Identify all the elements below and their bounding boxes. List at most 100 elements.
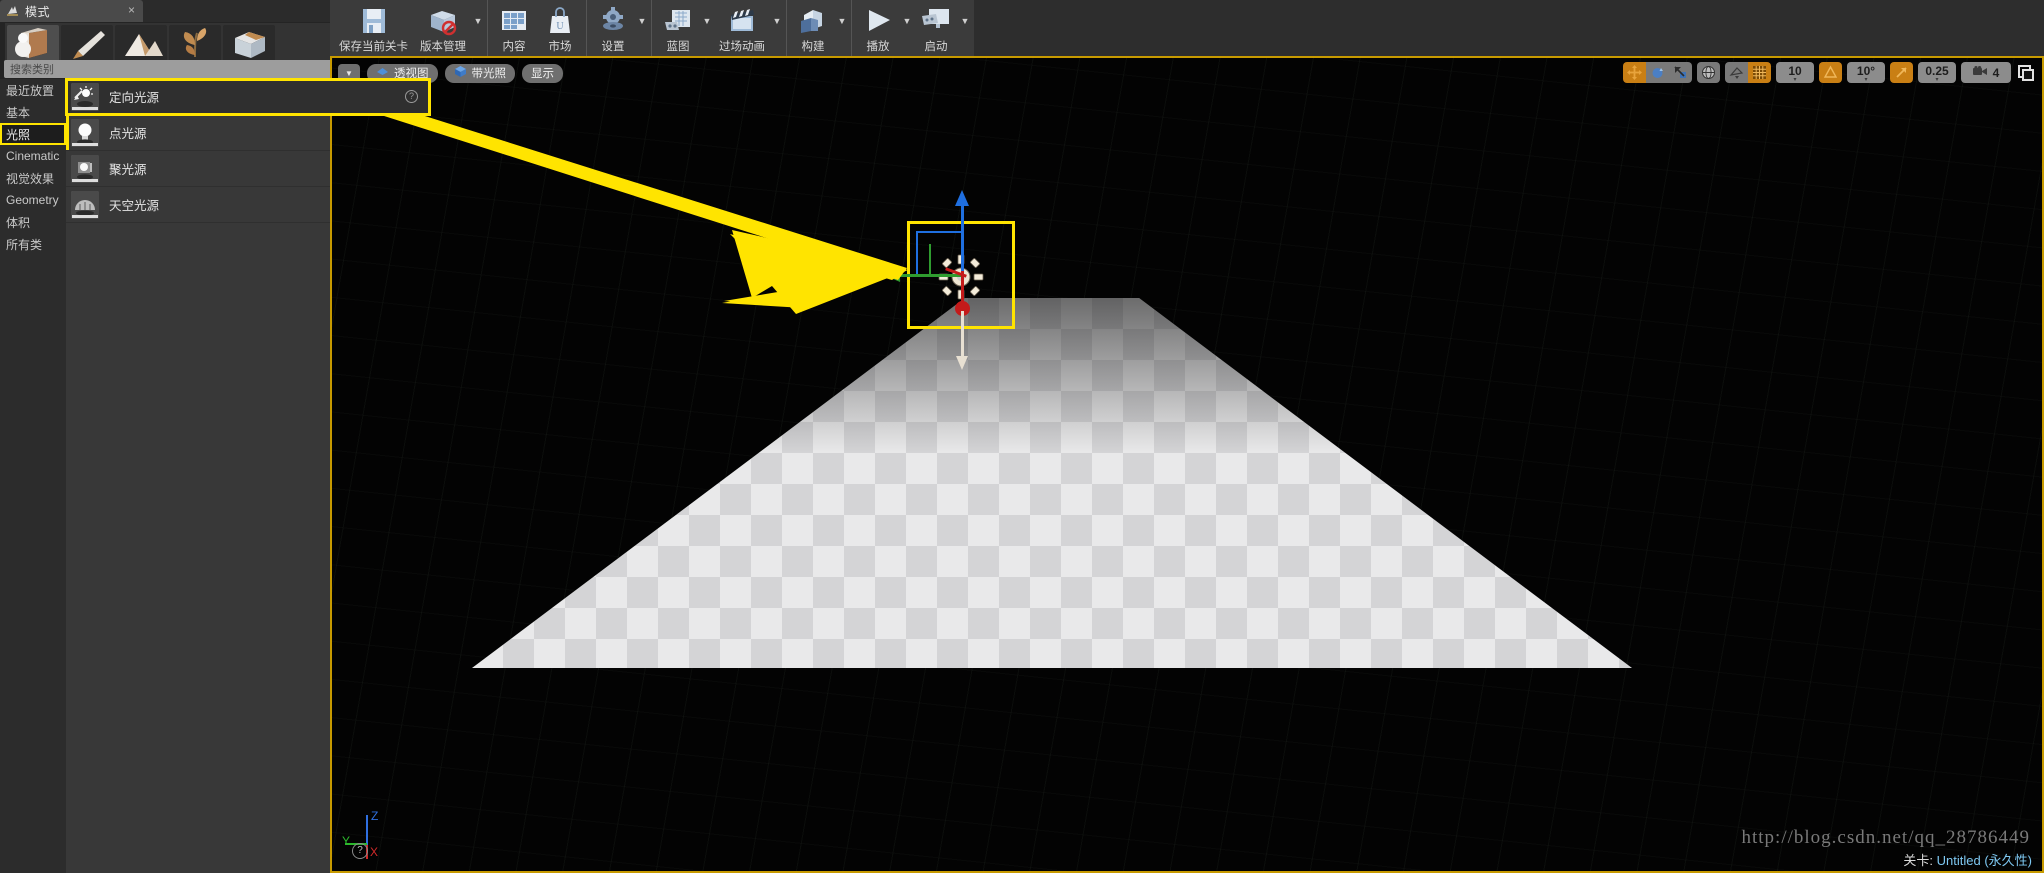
point-light-icon (71, 118, 99, 147)
camera-speed[interactable]: 4 (1961, 62, 2011, 83)
svg-text:U: U (556, 21, 564, 32)
level-status-label: 关卡: Untitled (永久性) (1903, 850, 2032, 869)
lit-cube-icon (454, 65, 467, 81)
grid-size-value[interactable]: 10 ▾ (1776, 62, 1814, 83)
launch-label: 启动 (924, 41, 948, 53)
category-label: 体积 (6, 215, 31, 230)
chevron-down-icon[interactable]: ▼ (636, 0, 648, 56)
gizmo-axis-z-head[interactable] (955, 190, 969, 206)
viewport-axis-widget: Z Y X ? (340, 807, 406, 863)
launch-icon (921, 6, 951, 36)
camera-speed-text: 4 (1992, 65, 2000, 80)
category-label: 所有类 (6, 237, 43, 252)
gizmo-drop-arrow (956, 356, 968, 370)
modes-icon (6, 4, 20, 18)
transform-mode-group (1623, 62, 1692, 83)
toolbar-group-blueprint: 蓝图 ▼ 过场动画 ▼ (652, 0, 787, 56)
sky-light-icon (71, 190, 99, 219)
rotate-mode[interactable] (1646, 62, 1669, 83)
help-icon[interactable]: ? (405, 90, 418, 103)
translate-mode[interactable] (1623, 62, 1646, 83)
gizmo-axis-y[interactable] (898, 274, 964, 277)
scale-value[interactable]: 0.25 ▾ (1918, 62, 1956, 83)
chevron-down-icon[interactable]: ▼ (959, 0, 971, 56)
chevron-down-icon[interactable]: ▼ (771, 0, 783, 56)
axis-y-label: Y (342, 834, 351, 848)
category-recently-placed[interactable]: 最近放置 (0, 79, 66, 101)
thumb-base (72, 106, 98, 110)
category-label: 最近放置 (6, 83, 55, 98)
category-list: 最近放置 基本 光照 Cinematic 视觉效果 Geometry 体积 所有… (0, 79, 66, 873)
category-label: 视觉效果 (6, 171, 55, 186)
show-flags-label: 显示 (531, 68, 554, 80)
content-browser-icon (499, 6, 529, 36)
cinematics-clapper-icon (727, 6, 757, 36)
play-button[interactable]: 播放 (855, 0, 901, 56)
watermark-text: http://blog.csdn.net/qq_28786449 (1741, 827, 2030, 848)
scale-text: 0.25 (1925, 63, 1949, 78)
source-control-button[interactable]: 版本管理 (414, 0, 472, 56)
globe-icon[interactable] (1697, 62, 1720, 83)
axis-z-label: Z (371, 809, 379, 823)
blueprint-button[interactable]: 蓝图 (655, 0, 701, 56)
view-mode-button[interactable]: 带光照 (444, 63, 515, 83)
gizmo-axis-z[interactable] (961, 199, 964, 281)
scale-mode[interactable] (1669, 62, 1692, 83)
thumb-base (72, 214, 98, 218)
category-volumes[interactable]: 体积 (0, 211, 66, 233)
build-icon (798, 6, 828, 36)
angle-value[interactable]: 10° ▾ (1847, 62, 1885, 83)
chevron-down-icon[interactable]: ▼ (901, 0, 913, 56)
tab-modes[interactable]: 模式 × (0, 0, 143, 22)
view-mode-label: 带光照 (471, 68, 507, 80)
maximize-viewport-button[interactable] (2016, 63, 2036, 83)
list-item-directional-light[interactable]: 定向光源 ? (65, 78, 431, 116)
chevron-down-icon[interactable]: ▼ (836, 0, 848, 56)
category-all-classes[interactable]: 所有类 (0, 233, 66, 255)
launch-button[interactable]: 启动 (913, 0, 959, 56)
level-viewport[interactable]: ▼ 透视图 带光照 显示 10 ▾ 10° ▾ 0.25 ▾ 4 Z Y X ?… (330, 56, 2044, 873)
chevron-down-icon[interactable]: ▼ (472, 0, 484, 56)
blueprint-label: 蓝图 (666, 41, 690, 53)
main-toolbar: 保存当前关卡 版本管理 ▼ 内容 U 市场 设置 ▼ 蓝图 ▼ 过场动画 ▼ 构… (330, 0, 2044, 56)
category-label: Cinematic (6, 149, 60, 163)
floor-plane (332, 58, 2042, 871)
show-flags-button[interactable]: 显示 (522, 63, 563, 83)
surface-snap-toggle[interactable] (1725, 62, 1748, 83)
perspective-icon (376, 66, 389, 80)
gizmo-axis-y-head[interactable] (884, 268, 900, 282)
category-label: 光照 (6, 127, 31, 142)
settings-button[interactable]: 设置 (590, 0, 636, 56)
toolbar-group-build: 构建 ▼ (787, 0, 852, 56)
axis-x-label: X (370, 845, 379, 859)
tab-modes-label: 模式 (25, 4, 51, 19)
chevron-down-icon: ▾ (1864, 76, 1868, 83)
snap-group (1725, 62, 1771, 83)
toolbar-group-file: 保存当前关卡 版本管理 ▼ (330, 0, 488, 56)
axis-z-line (366, 815, 368, 845)
grid-size-text: 10 (1788, 63, 1802, 78)
content-browser-button[interactable]: 内容 (491, 0, 537, 56)
category-geometry[interactable]: Geometry (0, 189, 66, 211)
scale-snap-toggle[interactable] (1890, 62, 1913, 83)
marketplace-label: 市场 (548, 41, 572, 53)
category-cinematic[interactable]: Cinematic (0, 145, 66, 167)
build-label: 构建 (801, 41, 825, 53)
play-label: 播放 (866, 41, 890, 53)
category-lights[interactable]: 光照 (0, 123, 66, 145)
axis-origin-icon: ? (352, 843, 368, 859)
angle-text: 10° (1856, 63, 1876, 78)
build-button[interactable]: 构建 (790, 0, 836, 56)
close-icon[interactable]: × (128, 4, 135, 16)
toolbar-group-play: 播放 ▼ 启动 ▼ (852, 0, 974, 56)
save-current-level-button[interactable]: 保存当前关卡 (333, 0, 414, 56)
cinematics-button[interactable]: 过场动画 (713, 0, 771, 56)
category-visual-effects[interactable]: 视觉效果 (0, 167, 66, 189)
angle-snap-toggle[interactable] (1819, 62, 1842, 83)
marketplace-button[interactable]: U 市场 (537, 0, 583, 56)
scale-snap-group (1890, 62, 1913, 83)
coordinate-system-toggle[interactable] (1697, 62, 1720, 83)
category-basic[interactable]: 基本 (0, 101, 66, 123)
chevron-down-icon[interactable]: ▼ (701, 0, 713, 56)
grid-snap-toggle[interactable] (1748, 62, 1771, 83)
